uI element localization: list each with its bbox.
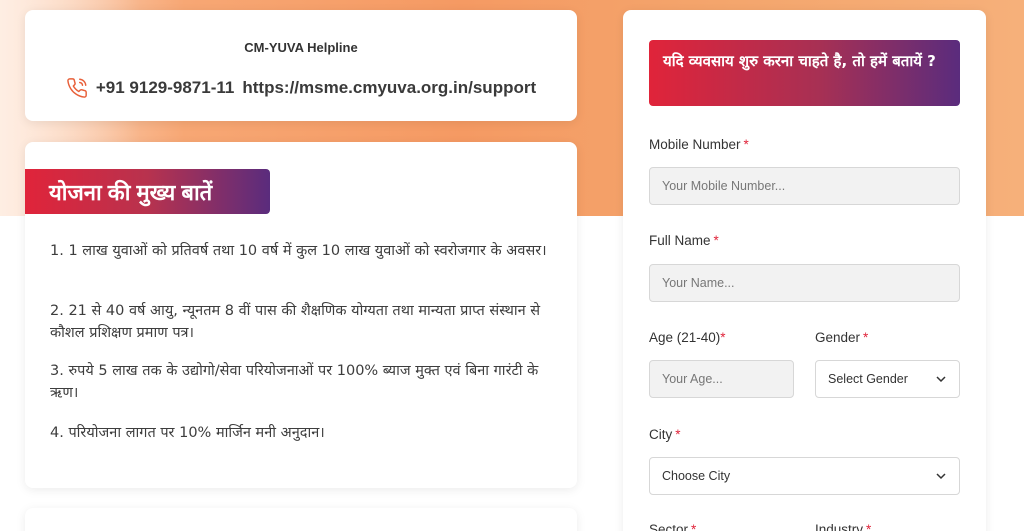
helpline-phone[interactable]: +91 9129-9871-11 bbox=[96, 78, 235, 98]
helpline-url[interactable]: https://msme.cmyuva.org.in/support bbox=[242, 78, 536, 98]
required-mark: * bbox=[675, 427, 681, 442]
mobile-label: Mobile Number * bbox=[649, 137, 749, 152]
chevron-down-icon bbox=[935, 470, 947, 482]
industry-label: Industry * bbox=[815, 522, 871, 531]
gender-select[interactable]: Select Gender bbox=[815, 360, 960, 398]
chevron-down-icon bbox=[935, 373, 947, 385]
features-card: योजना की मुख्य बातें 1. 1 लाख युवाओं को … bbox=[25, 142, 577, 488]
gender-select-value: Select Gender bbox=[828, 372, 908, 386]
required-mark: * bbox=[866, 522, 872, 531]
business-form-card: यदि व्यवसाय शुरु करना चाहते है, तो हमें … bbox=[623, 10, 986, 531]
features-heading: योजना की मुख्य बातें bbox=[25, 169, 270, 214]
feature-item: 4. परियोजना लागत पर 10% मार्जिन मनी अनुद… bbox=[50, 425, 325, 441]
feature-item: 1. 1 लाख युवाओं को प्रतिवर्ष तथा 10 वर्ष… bbox=[50, 243, 547, 259]
city-select[interactable]: Choose City bbox=[649, 457, 960, 495]
feature-item: 2. 21 से 40 वर्ष आयु, न्यूनतम 8 वीं पास … bbox=[50, 303, 541, 341]
form-heading: यदि व्यवसाय शुरु करना चाहते है, तो हमें … bbox=[649, 40, 960, 106]
age-input[interactable]: Your Age... bbox=[649, 360, 794, 398]
city-select-value: Choose City bbox=[662, 469, 731, 483]
city-label: City * bbox=[649, 427, 681, 442]
required-mark: * bbox=[691, 522, 697, 531]
phone-icon bbox=[66, 77, 88, 99]
mobile-input[interactable]: Your Mobile Number... bbox=[649, 167, 960, 205]
required-mark: * bbox=[863, 330, 869, 345]
full-name-label: Full Name * bbox=[649, 233, 719, 248]
age-label: Age (21-40)* bbox=[649, 330, 726, 345]
helpline-title: CM-YUVA Helpline bbox=[244, 40, 358, 55]
next-section-card bbox=[25, 508, 577, 531]
required-mark: * bbox=[713, 233, 719, 248]
helpline-card: CM-YUVA Helpline +91 9129-9871-11 https:… bbox=[25, 10, 577, 121]
gender-label: Gender * bbox=[815, 330, 869, 345]
feature-item: 3. रुपये 5 लाख तक के उद्योगो/सेवा परियोज… bbox=[50, 363, 539, 401]
required-mark: * bbox=[743, 137, 749, 152]
full-name-input[interactable]: Your Name... bbox=[649, 264, 960, 302]
sector-label: Sector * bbox=[649, 522, 696, 531]
required-mark: * bbox=[720, 330, 726, 345]
helpline-contact: +91 9129-9871-11 https://msme.cmyuva.org… bbox=[25, 77, 577, 99]
